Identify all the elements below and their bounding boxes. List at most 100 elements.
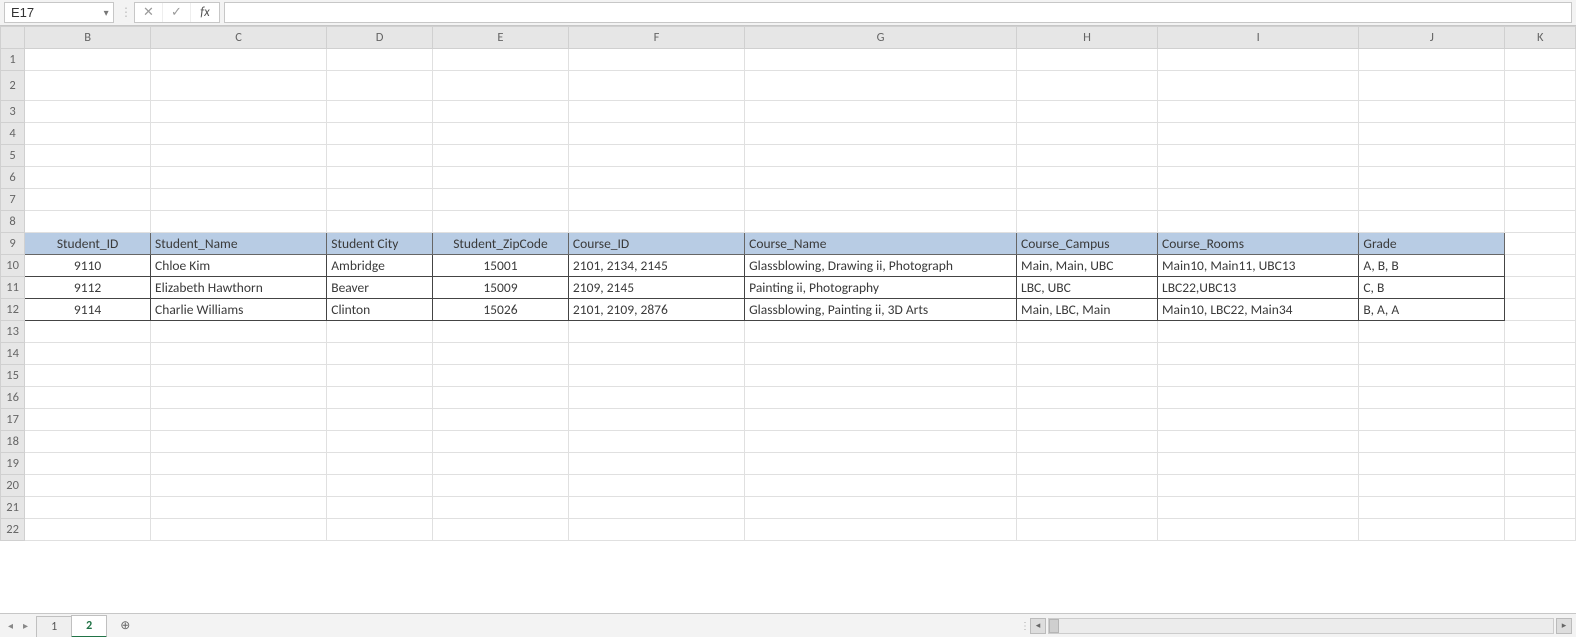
- cell[interactable]: [1158, 343, 1359, 365]
- formula-input[interactable]: [224, 2, 1572, 23]
- cell[interactable]: [151, 71, 327, 101]
- cell[interactable]: [1505, 321, 1576, 343]
- cell[interactable]: [745, 497, 1017, 519]
- cell[interactable]: [568, 343, 744, 365]
- cell[interactable]: [432, 49, 568, 71]
- table-cell[interactable]: Main, Main, UBC: [1017, 255, 1158, 277]
- chevron-down-icon[interactable]: ▾: [99, 6, 113, 19]
- cell[interactable]: [1359, 189, 1505, 211]
- scroll-grip-icon[interactable]: ⋮: [1020, 619, 1030, 632]
- cell[interactable]: [432, 519, 568, 541]
- row-header[interactable]: 4: [1, 123, 25, 145]
- cell[interactable]: [432, 145, 568, 167]
- cell[interactable]: [25, 145, 151, 167]
- column-header-F[interactable]: F: [568, 27, 744, 49]
- cell[interactable]: [327, 387, 433, 409]
- select-all-corner[interactable]: [1, 27, 25, 49]
- table-header[interactable]: Student_ID: [25, 233, 151, 255]
- cell[interactable]: [1017, 497, 1158, 519]
- row-header[interactable]: 5: [1, 145, 25, 167]
- cell[interactable]: [151, 49, 327, 71]
- cell[interactable]: [327, 167, 433, 189]
- cell[interactable]: [432, 123, 568, 145]
- cell[interactable]: [432, 211, 568, 233]
- cell[interactable]: [25, 49, 151, 71]
- cell[interactable]: [1505, 365, 1576, 387]
- cell[interactable]: [745, 49, 1017, 71]
- cell[interactable]: [327, 431, 433, 453]
- table-cell[interactable]: 2109, 2145: [568, 277, 744, 299]
- cell[interactable]: [25, 475, 151, 497]
- cell[interactable]: [568, 49, 744, 71]
- cell[interactable]: [151, 123, 327, 145]
- cell[interactable]: [151, 145, 327, 167]
- cell[interactable]: [327, 475, 433, 497]
- cell[interactable]: [151, 497, 327, 519]
- cell[interactable]: [745, 453, 1017, 475]
- table-cell[interactable]: Ambridge: [327, 255, 433, 277]
- cell[interactable]: [568, 387, 744, 409]
- row-header[interactable]: 7: [1, 189, 25, 211]
- cell[interactable]: [1017, 321, 1158, 343]
- cell[interactable]: [1158, 49, 1359, 71]
- cell[interactable]: [1505, 387, 1576, 409]
- cell[interactable]: [1505, 123, 1576, 145]
- horizontal-scrollbar[interactable]: ⋮ ◂ ▸: [1016, 614, 1576, 637]
- cell[interactable]: [1158, 101, 1359, 123]
- table-cell[interactable]: C, B: [1359, 277, 1505, 299]
- cell[interactable]: [1017, 49, 1158, 71]
- cell[interactable]: [432, 497, 568, 519]
- cell[interactable]: [1359, 123, 1505, 145]
- cell[interactable]: [1359, 321, 1505, 343]
- cell[interactable]: [432, 453, 568, 475]
- cell[interactable]: [1505, 211, 1576, 233]
- row-header[interactable]: 21: [1, 497, 25, 519]
- cell[interactable]: [25, 519, 151, 541]
- cell[interactable]: [745, 365, 1017, 387]
- cell[interactable]: [1359, 167, 1505, 189]
- scroll-track[interactable]: [1048, 618, 1554, 634]
- cell[interactable]: [1505, 145, 1576, 167]
- cell[interactable]: [1158, 431, 1359, 453]
- cell[interactable]: [1017, 71, 1158, 101]
- nav-prev-icon[interactable]: ◂: [8, 619, 13, 632]
- cell[interactable]: [1017, 123, 1158, 145]
- cell[interactable]: [1505, 277, 1576, 299]
- cell[interactable]: [568, 145, 744, 167]
- cell[interactable]: [1505, 453, 1576, 475]
- cell[interactable]: [568, 123, 744, 145]
- table-cell[interactable]: LBC, UBC: [1017, 277, 1158, 299]
- cell[interactable]: [1017, 387, 1158, 409]
- add-sheet-button[interactable]: ⊕: [112, 614, 138, 637]
- table-cell[interactable]: 9114: [25, 299, 151, 321]
- cell[interactable]: [1359, 49, 1505, 71]
- cell[interactable]: [1359, 475, 1505, 497]
- cell[interactable]: [432, 431, 568, 453]
- cell[interactable]: [432, 189, 568, 211]
- cell[interactable]: [745, 519, 1017, 541]
- cell[interactable]: [1017, 145, 1158, 167]
- sheet-tab[interactable]: 1: [36, 616, 72, 637]
- column-header-K[interactable]: K: [1505, 27, 1576, 49]
- cell[interactable]: [1359, 343, 1505, 365]
- cell[interactable]: [327, 49, 433, 71]
- cell[interactable]: [327, 123, 433, 145]
- cell[interactable]: [568, 453, 744, 475]
- table-cell[interactable]: Main10, LBC22, Main34: [1158, 299, 1359, 321]
- cell[interactable]: [25, 453, 151, 475]
- scroll-left-icon[interactable]: ◂: [1030, 618, 1046, 634]
- sheet-tab[interactable]: 2: [71, 615, 107, 637]
- cell[interactable]: [1505, 519, 1576, 541]
- cell[interactable]: [1017, 475, 1158, 497]
- cell[interactable]: [327, 497, 433, 519]
- cell[interactable]: [1017, 365, 1158, 387]
- cell[interactable]: [25, 343, 151, 365]
- cell[interactable]: [1359, 453, 1505, 475]
- cell[interactable]: [568, 71, 744, 101]
- cell[interactable]: [1158, 189, 1359, 211]
- cell[interactable]: [327, 145, 433, 167]
- row-header[interactable]: 8: [1, 211, 25, 233]
- cell[interactable]: [1158, 145, 1359, 167]
- cell[interactable]: [327, 321, 433, 343]
- column-header-H[interactable]: H: [1017, 27, 1158, 49]
